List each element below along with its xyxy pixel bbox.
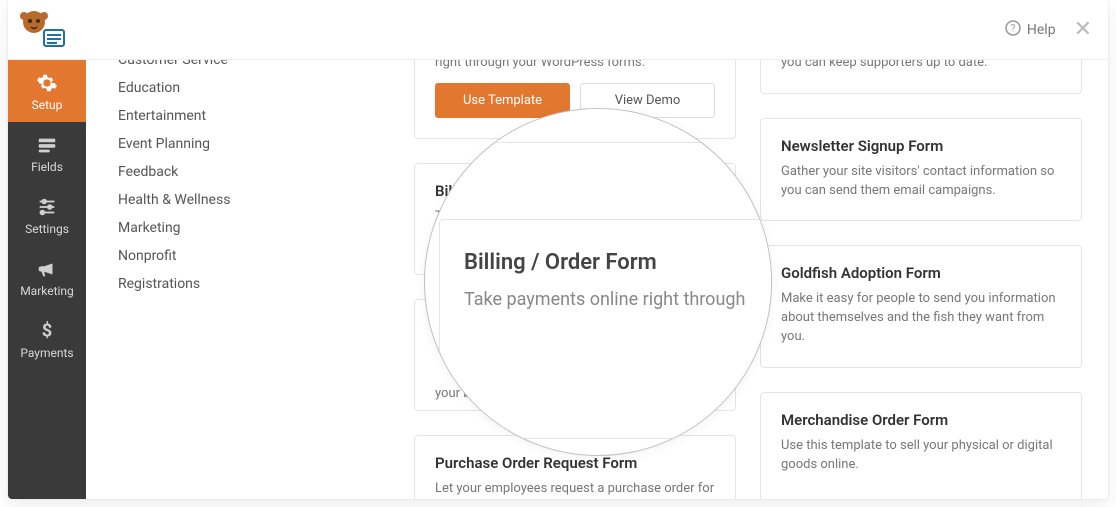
- category-item[interactable]: Education: [118, 80, 318, 96]
- nav-setup[interactable]: Setup: [8, 60, 86, 122]
- category-item[interactable]: Entertainment: [118, 108, 318, 124]
- close-icon: ✕: [1074, 17, 1092, 42]
- card-desc: Let your employees request a purchase or…: [435, 480, 715, 499]
- nav-marketing[interactable]: Marketing: [8, 246, 86, 308]
- svg-text:?: ?: [1011, 23, 1016, 34]
- template-card-merchandise[interactable]: Merchandise Order Form Use this template…: [760, 392, 1082, 499]
- category-item[interactable]: Feedback: [118, 164, 318, 180]
- dollar-icon: $: [36, 320, 58, 342]
- category-item[interactable]: Registrations: [118, 276, 318, 292]
- category-item[interactable]: Health & Wellness: [118, 192, 318, 208]
- help-icon: ?: [1005, 20, 1021, 40]
- card-title: Merchandise Order Form: [781, 411, 1061, 429]
- fields-icon: [36, 134, 58, 156]
- help-label: Help: [1027, 22, 1056, 38]
- close-button[interactable]: ✕: [1074, 17, 1092, 42]
- nav-label: Payments: [20, 346, 73, 360]
- nav-label: Fields: [31, 160, 63, 174]
- card-desc: Let people request a quote from your bus…: [435, 60, 715, 73]
- wpforms-logo: [16, 8, 66, 52]
- svg-text:$: $: [42, 321, 53, 342]
- template-card-donation[interactable]: Collect donations and contact informatio…: [760, 60, 1082, 94]
- nav-label: Setup: [32, 98, 63, 112]
- magnifier-title: Billing / Order Form: [464, 250, 766, 275]
- card-desc: Collect donations and contact informatio…: [781, 60, 1061, 73]
- nav-settings[interactable]: Settings: [8, 184, 86, 246]
- card-desc: Gather your site visitors' contact infor…: [781, 163, 1061, 201]
- card-title: Goldfish Adoption Form: [781, 264, 1061, 282]
- card-title: Purchase Order Request Form: [435, 454, 715, 472]
- category-list: Customer Service Education Entertainment…: [118, 60, 318, 292]
- bullhorn-icon: [36, 258, 58, 280]
- card-desc: Use this template to sell your physical …: [781, 437, 1061, 475]
- sliders-icon: [36, 196, 58, 218]
- nav-payments[interactable]: $ Payments: [8, 308, 86, 370]
- card-desc: Make it easy for people to send you info…: [781, 290, 1061, 347]
- nav-fields[interactable]: Fields: [8, 122, 86, 184]
- template-card-newsletter[interactable]: Newsletter Signup Form Gather your site …: [760, 118, 1082, 222]
- magnifier-desc: Take payments online right through: [464, 289, 766, 310]
- left-nav: Setup Fields Settings Marketing: [8, 60, 86, 499]
- gear-icon: [36, 72, 58, 94]
- magnifier-highlight: Billing / Order Form Take payments onlin…: [424, 108, 772, 456]
- category-item[interactable]: Event Planning: [118, 136, 318, 152]
- nav-label: Marketing: [20, 284, 74, 298]
- template-card-goldfish[interactable]: Goldfish Adoption Form Make it easy for …: [760, 245, 1082, 368]
- help-link[interactable]: ? Help: [1005, 20, 1056, 40]
- nav-label: Settings: [25, 222, 69, 236]
- category-item[interactable]: Nonprofit: [118, 248, 318, 264]
- card-title: Newsletter Signup Form: [781, 137, 1061, 155]
- category-item[interactable]: Customer Service: [118, 60, 318, 68]
- category-item[interactable]: Marketing: [118, 220, 318, 236]
